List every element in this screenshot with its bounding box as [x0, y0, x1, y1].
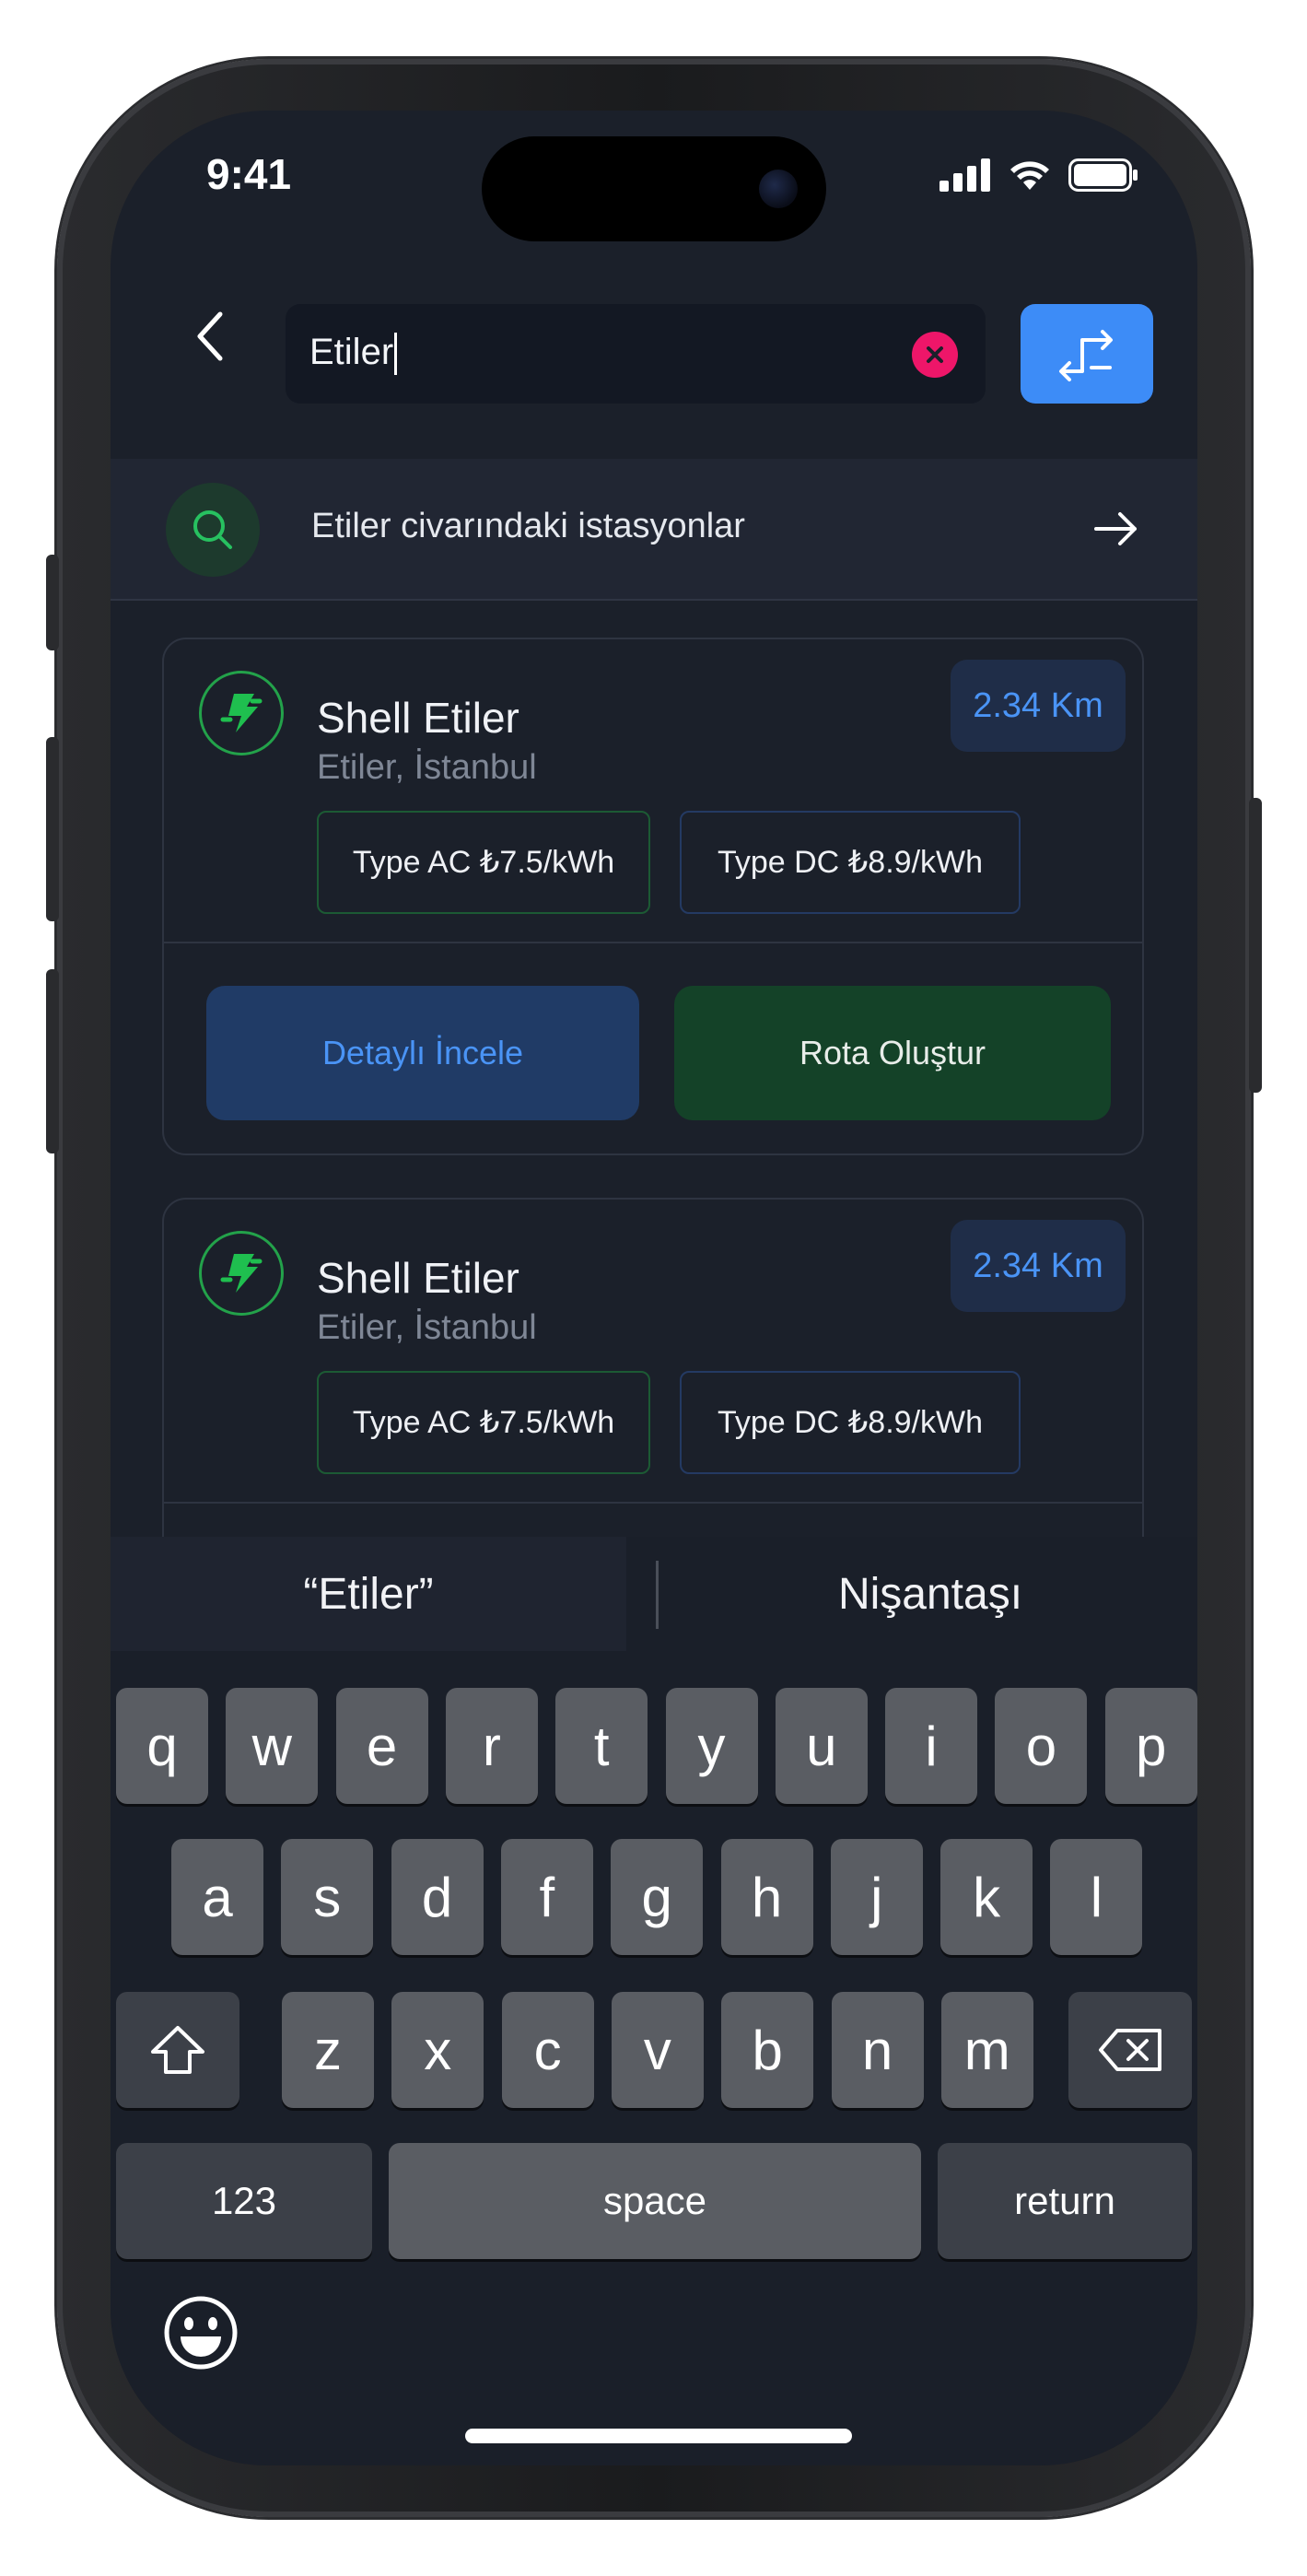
key-f[interactable]: f	[500, 1839, 593, 1955]
key-w[interactable]: w	[226, 1688, 319, 1804]
tag-type-ac: Type AC ₺7.5/kWh	[317, 811, 650, 914]
tag-type-dc: Type DC ₺8.9/kWh	[680, 811, 1021, 914]
key-s[interactable]: s	[281, 1839, 374, 1955]
key-k[interactable]: k	[940, 1839, 1033, 1955]
prediction-literal[interactable]: “Etiler”	[111, 1537, 626, 1651]
nearby-stations-suggestion[interactable]: Etiler civarındaki istasyonlar	[111, 459, 1197, 601]
status-icons	[939, 158, 1138, 192]
return-key[interactable]: return	[938, 2143, 1192, 2259]
clear-search-button[interactable]	[912, 332, 958, 378]
station-location: Etiler, İstanbul	[317, 748, 537, 787]
create-route-button[interactable]: Rota Oluştur	[674, 986, 1111, 1120]
tag-type-dc: Type DC ₺8.9/kWh	[680, 1371, 1021, 1474]
prediction-bar: “Etiler” Nişantaşı	[111, 1537, 1197, 1651]
key-h[interactable]: h	[720, 1839, 813, 1955]
cellular-signal-icon	[939, 158, 990, 192]
key-g[interactable]: g	[611, 1839, 704, 1955]
swap-route-button[interactable]	[1021, 304, 1153, 404]
charging-bolt-icon	[220, 694, 263, 732]
suggestion-text: Etiler civarındaki istasyonlar	[311, 507, 745, 545]
shift-icon	[151, 2026, 204, 2074]
station-name: Shell Etiler	[317, 1254, 519, 1302]
station-location: Etiler, İstanbul	[317, 1308, 537, 1347]
back-button[interactable]	[169, 295, 252, 378]
power-button	[1249, 798, 1262, 1093]
backspace-key[interactable]	[1068, 1992, 1192, 2108]
search-icon	[193, 510, 232, 549]
key-p[interactable]: p	[1104, 1688, 1197, 1804]
key-b[interactable]: b	[721, 1992, 814, 2108]
key-i[interactable]: i	[885, 1688, 978, 1804]
key-c[interactable]: c	[501, 1992, 594, 2108]
key-z[interactable]: z	[282, 1992, 374, 2108]
home-indicator[interactable]	[465, 2429, 852, 2443]
charging-bolt-icon	[220, 1254, 263, 1293]
volume-up-button	[46, 737, 59, 921]
wifi-icon	[1010, 161, 1049, 190]
station-logo	[199, 1231, 284, 1316]
camera	[759, 170, 798, 208]
close-icon	[927, 346, 943, 363]
text-caret	[394, 333, 398, 376]
detail-button[interactable]: Detaylı İncele	[206, 986, 639, 1120]
key-j[interactable]: j	[830, 1839, 923, 1955]
key-m[interactable]: m	[940, 1992, 1033, 2108]
search-input[interactable]: Etiler	[286, 304, 986, 404]
arrow-right-icon	[1094, 512, 1137, 545]
key-t[interactable]: t	[555, 1688, 648, 1804]
card-divider	[164, 942, 1142, 943]
distance-badge: 2.34 Km	[951, 660, 1126, 752]
key-x[interactable]: x	[391, 1992, 484, 2108]
chevron-left-icon	[197, 311, 223, 361]
station-logo	[199, 671, 284, 755]
key-q[interactable]: q	[116, 1688, 208, 1804]
screen: 9:41 Etiler Etiler civarındaki istasyonl…	[111, 111, 1197, 2465]
search-query: Etiler	[309, 332, 394, 372]
prediction-suggestion[interactable]: Nişantaşı	[663, 1537, 1197, 1651]
key-r[interactable]: r	[445, 1688, 538, 1804]
key-a[interactable]: a	[171, 1839, 263, 1955]
station-name: Shell Etiler	[317, 694, 519, 742]
status-time: 9:41	[206, 150, 292, 198]
backspace-icon	[1099, 2029, 1161, 2071]
action-button	[46, 555, 59, 650]
station-card[interactable]: Shell Etiler Etiler, İstanbul 2.34 Km Ty…	[162, 638, 1144, 1155]
key-y[interactable]: y	[665, 1688, 758, 1804]
distance-badge: 2.34 Km	[951, 1220, 1126, 1312]
key-v[interactable]: v	[611, 1992, 704, 2108]
numbers-key[interactable]: 123	[116, 2143, 372, 2259]
key-n[interactable]: n	[831, 1992, 924, 2108]
shift-key[interactable]	[116, 1992, 239, 2108]
keyboard: “Etiler” Nişantaşı 123 space return q w …	[111, 1537, 1197, 2465]
suggestion-icon-wrap	[166, 483, 260, 577]
emoji-icon[interactable]	[162, 2294, 239, 2371]
key-u[interactable]: u	[775, 1688, 868, 1804]
key-l[interactable]: l	[1050, 1839, 1143, 1955]
search-input-text: Etiler	[309, 332, 398, 376]
battery-icon	[1068, 158, 1138, 192]
space-key[interactable]: space	[389, 2143, 921, 2259]
tag-type-ac: Type AC ₺7.5/kWh	[317, 1371, 650, 1474]
prediction-separator	[656, 1561, 659, 1629]
key-e[interactable]: e	[335, 1688, 428, 1804]
key-d[interactable]: d	[391, 1839, 484, 1955]
card-divider	[164, 1502, 1142, 1504]
volume-down-button	[46, 969, 59, 1153]
route-swap-icon	[1059, 330, 1113, 381]
key-o[interactable]: o	[995, 1688, 1088, 1804]
